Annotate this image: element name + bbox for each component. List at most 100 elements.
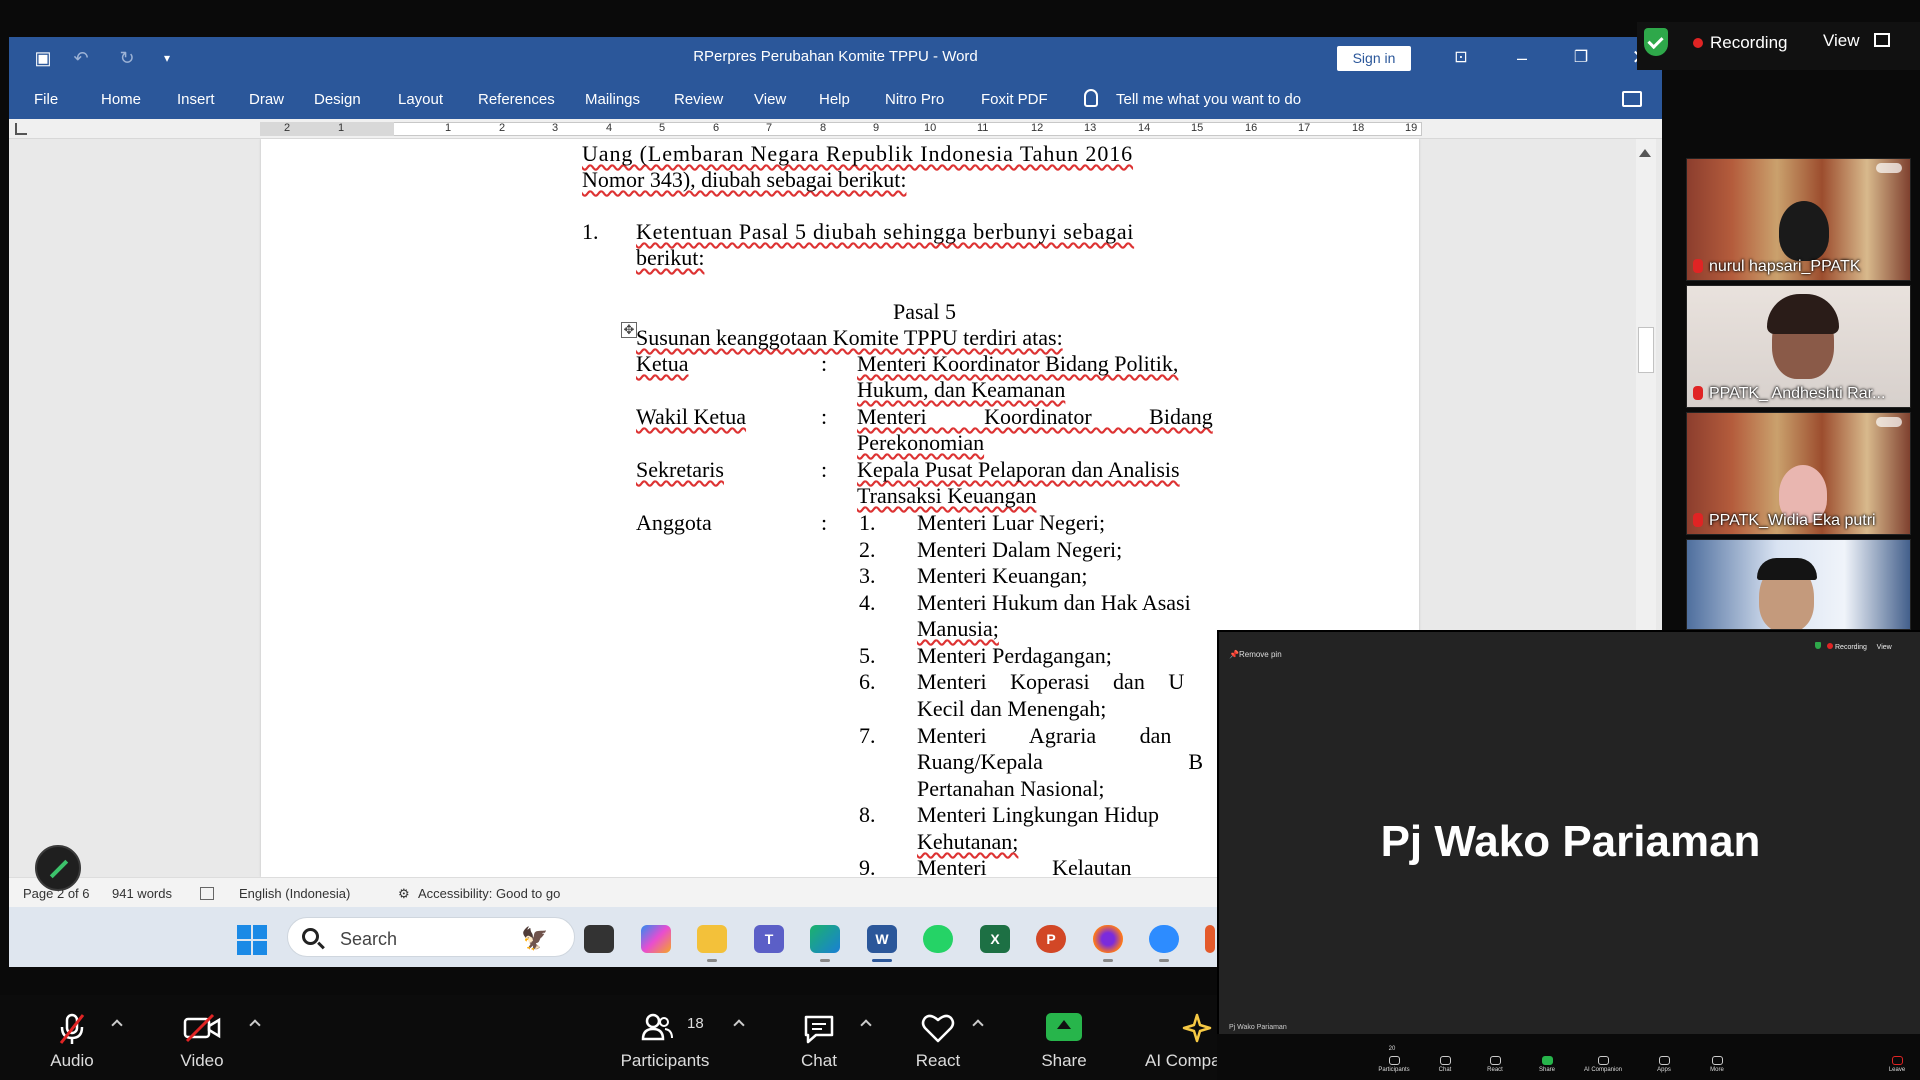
tell-me-search[interactable]: Tell me what you want to do	[1116, 91, 1301, 108]
tab-references[interactable]: References	[478, 91, 555, 108]
comments-icon[interactable]	[1622, 91, 1642, 107]
chat-button[interactable]: Chat	[780, 995, 858, 1080]
audio-options-icon[interactable]	[111, 1019, 123, 1031]
tab-file[interactable]: File	[34, 91, 58, 108]
word-taskbar-icon[interactable]: W	[867, 925, 897, 953]
video-camera-icon	[183, 1013, 221, 1043]
tab-help[interactable]: Help	[819, 91, 850, 108]
ai-companion-button[interactable]: AI Compa	[1135, 995, 1217, 1080]
windows-start-icon[interactable]	[237, 925, 267, 955]
paragraph-text: Nomor 343), diubah sebagai berikut:	[582, 167, 907, 192]
tab-design[interactable]: Design	[314, 91, 361, 108]
tab-review[interactable]: Review	[674, 91, 723, 108]
mini-ai-icon	[1597, 1056, 1609, 1065]
audio-button[interactable]: Audio	[35, 995, 109, 1080]
lightbulb-icon	[1084, 89, 1098, 107]
task-view-icon[interactable]	[584, 925, 614, 953]
restore-button[interactable]: ❐	[1566, 45, 1596, 71]
paragraph-text: Susunan keanggotaan Komite TPPU terdiri …	[636, 325, 1063, 350]
annotate-pen-button[interactable]	[35, 845, 81, 891]
zoom-taskbar-icon[interactable]	[1149, 925, 1179, 953]
horizontal-ruler[interactable]: 2 1 1 2 3 4 5 6 7 8 9 10 11 12 13 14 15 …	[9, 119, 1662, 139]
mini-share-button[interactable]: Share	[1527, 1056, 1567, 1073]
participant-video[interactable]: PPATK_Widia Eka putri	[1686, 412, 1911, 535]
security-shield-icon[interactable]	[1644, 28, 1668, 56]
role-label: Wakil Ketua	[636, 404, 747, 429]
mini-shield-icon	[1815, 642, 1821, 649]
mini-recording-indicator: Recording View	[1815, 642, 1892, 651]
scroll-up-icon[interactable]	[1639, 149, 1651, 157]
video-label: Video	[180, 1051, 224, 1070]
mini-more-button[interactable]: More	[1697, 1056, 1737, 1073]
mini-react-button[interactable]: React	[1475, 1056, 1515, 1073]
member-text: Menteri Dalam Negeri;	[917, 537, 1123, 562]
sign-in-button[interactable]: Sign in	[1337, 46, 1411, 71]
edge-icon[interactable]	[810, 925, 840, 953]
mini-apps-button[interactable]: Apps	[1644, 1056, 1684, 1073]
tab-mailings[interactable]: Mailings	[585, 91, 640, 108]
accessibility-status[interactable]: Accessibility: Good to go	[418, 886, 560, 901]
tab-selector-icon[interactable]	[15, 123, 27, 135]
taskbar-search[interactable]: Search 🦅	[287, 917, 575, 957]
tab-draw[interactable]: Draw	[249, 91, 284, 108]
mini-chat-button[interactable]: Chat	[1425, 1056, 1465, 1073]
mini-participants-button[interactable]: Participants	[1374, 1056, 1414, 1073]
video-button[interactable]: Video	[165, 995, 239, 1080]
colon: :	[821, 510, 828, 535]
participant-hair	[1757, 558, 1817, 580]
ruler-number: 1	[445, 122, 452, 134]
participant-name: PPATK_ Andheshti Rar...	[1693, 385, 1885, 403]
tab-home[interactable]: Home	[101, 91, 141, 108]
chat-options-icon[interactable]	[860, 1019, 872, 1031]
mini-ai-companion-button[interactable]: AI Companion	[1583, 1056, 1623, 1073]
ai-companion-label: AI Compa	[1145, 1051, 1217, 1070]
tab-nitro-pro[interactable]: Nitro Pro	[885, 91, 944, 108]
participants-options-icon[interactable]	[733, 1019, 745, 1031]
role-label: Anggota	[636, 510, 712, 535]
member-text: Menteri Koperasi dan U	[917, 669, 1185, 694]
ai-sparkle-icon	[1182, 1013, 1212, 1043]
video-options-icon[interactable]	[249, 1019, 261, 1031]
tab-view[interactable]: View	[754, 91, 786, 108]
ribbon-display-icon[interactable]: ⊡	[1446, 45, 1476, 71]
copilot-icon[interactable]	[641, 925, 671, 953]
file-explorer-icon[interactable]	[697, 925, 727, 953]
view-layout-icon[interactable]	[1874, 33, 1890, 47]
scrollbar-thumb[interactable]	[1638, 327, 1654, 373]
table-move-handle-icon[interactable]: ✥	[621, 322, 637, 338]
tab-layout[interactable]: Layout	[398, 91, 443, 108]
colon: :	[821, 457, 828, 482]
mini-chat-icon	[1439, 1056, 1451, 1065]
article-heading: Pasal 5	[893, 299, 956, 324]
react-button[interactable]: React	[898, 995, 978, 1080]
whatsapp-icon[interactable]	[923, 925, 953, 953]
mini-leave-button[interactable]: Leave	[1877, 1056, 1917, 1073]
participant-video[interactable]: PPATK_ Andheshti Rar...	[1686, 285, 1911, 408]
proofing-icon[interactable]	[200, 887, 214, 900]
firefox-icon[interactable]	[1093, 925, 1123, 953]
excel-icon[interactable]: X	[980, 925, 1010, 953]
ruler-number: 1	[338, 122, 345, 134]
teams-icon[interactable]: T	[754, 925, 784, 953]
role-value: Transaksi Keuangan	[857, 483, 1037, 508]
language-status[interactable]: English (Indonesia)	[239, 886, 350, 901]
tab-foxit-pdf[interactable]: Foxit PDF	[981, 91, 1048, 108]
participant-video[interactable]: nurul hapsari_PPATK	[1686, 158, 1911, 281]
recording-indicator[interactable]: Recording	[1710, 33, 1788, 53]
list-number: 2.	[859, 537, 876, 562]
mini-participants-count: 20	[1388, 1046, 1396, 1052]
remove-pin-button[interactable]: 📌Remove pin	[1229, 650, 1282, 659]
view-button[interactable]: View	[1823, 31, 1860, 51]
word-count[interactable]: 941 words	[112, 886, 172, 901]
ruler-number: 10	[924, 122, 937, 134]
role-value: Kepala Pusat Pelaporan dan Analisis	[857, 457, 1180, 482]
app-running-indicator	[707, 959, 717, 962]
participant-video[interactable]	[1686, 539, 1911, 630]
powerpoint-icon[interactable]: P	[1036, 925, 1066, 953]
tab-insert[interactable]: Insert	[177, 91, 215, 108]
pinned-speaker-window[interactable]: 📌Remove pin Recording View Pj Wako Paria…	[1217, 630, 1920, 1073]
minimize-button[interactable]: –	[1507, 45, 1537, 71]
taskbar-app-icon[interactable]	[1205, 925, 1215, 953]
share-button[interactable]: Share	[1024, 995, 1104, 1080]
participants-button[interactable]: 18 Participants	[615, 995, 715, 1080]
